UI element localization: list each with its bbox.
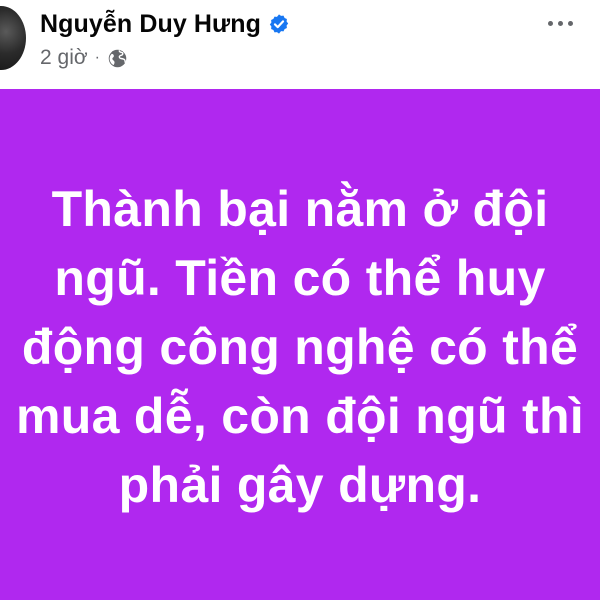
meta-separator: · bbox=[94, 49, 100, 66]
author-row: Nguyễn Duy Hưng bbox=[40, 6, 290, 42]
more-horizontal-icon-dot bbox=[557, 20, 563, 26]
status-line: mua dễ, còn đội ngũ thì bbox=[16, 388, 584, 444]
author-name[interactable]: Nguyễn Duy Hưng bbox=[40, 10, 261, 39]
more-horizontal-icon-dot bbox=[567, 20, 573, 26]
verified-badge-icon bbox=[268, 13, 290, 35]
more-horizontal-icon bbox=[547, 20, 553, 26]
status-line: phải gây dựng. bbox=[118, 457, 482, 513]
globe-icon[interactable] bbox=[107, 48, 128, 69]
status-line: Thành bại nằm ở đội bbox=[51, 181, 549, 237]
post-header: Nguyễn Duy Hưng 2 giờ · bbox=[0, 0, 600, 88]
facebook-post: Nguyễn Duy Hưng 2 giờ · Thành bại nằm ở … bbox=[0, 0, 600, 600]
post-timestamp[interactable]: 2 giờ bbox=[40, 46, 88, 70]
more-options-button[interactable] bbox=[542, 10, 578, 36]
post-meta: 2 giờ · bbox=[40, 44, 128, 72]
status-line: động công nghệ có thể bbox=[21, 319, 579, 375]
author-avatar[interactable] bbox=[0, 6, 26, 70]
status-line: ngũ. Tiền có thể huy bbox=[54, 250, 546, 306]
status-background-card: Thành bại nằm ở đội ngũ. Tiền có thể huy… bbox=[0, 89, 600, 600]
status-text: Thành bại nằm ở đội ngũ. Tiền có thể huy… bbox=[0, 175, 600, 520]
